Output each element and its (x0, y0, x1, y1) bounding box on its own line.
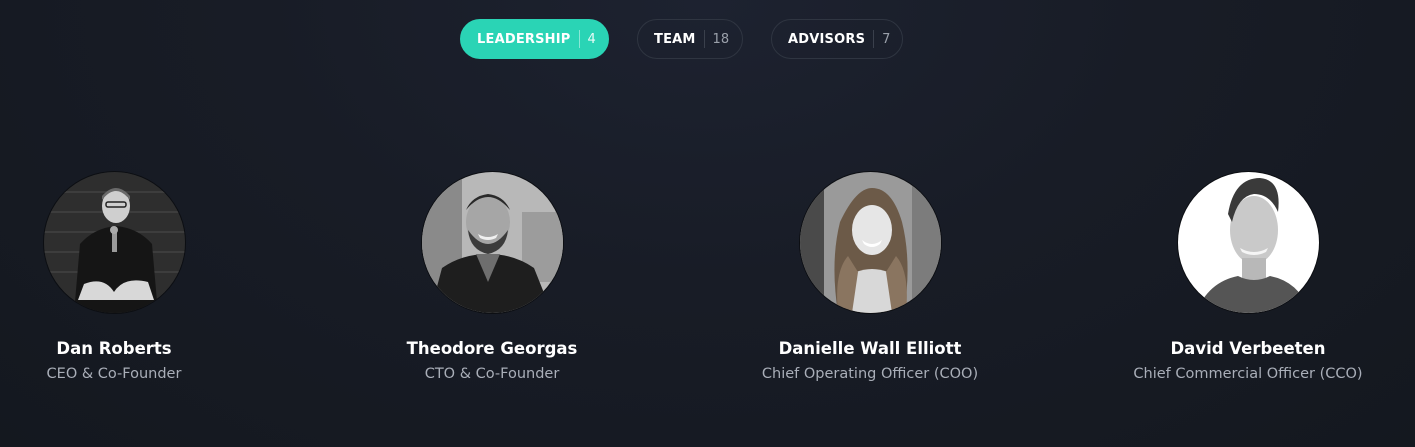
team-category-tabs: LEADERSHIP 4 TEAM 18 ADVISORS 7 (0, 19, 1415, 59)
avatar[interactable] (42, 171, 186, 314)
tab-divider (873, 30, 875, 48)
member-role: Chief Operating Officer (COO) (761, 366, 979, 382)
member-photo (43, 172, 185, 313)
member-name: Theodore Georgas (406, 339, 578, 358)
member-name: Danielle Wall Elliott (778, 339, 962, 358)
member-photo (799, 172, 941, 313)
avatar[interactable] (798, 171, 942, 314)
member-role: CEO & Co-Founder (46, 366, 182, 382)
member-photo (1177, 172, 1319, 313)
tab-count-badge: 18 (712, 31, 730, 47)
member-role: Chief Commercial Officer (CCO) (1133, 366, 1363, 382)
tab-label: LEADERSHIP (477, 31, 571, 47)
member-name: Dan Roberts (56, 339, 172, 358)
tab-advisors[interactable]: ADVISORS 7 (771, 19, 903, 59)
tab-divider (703, 30, 705, 48)
team-member-card[interactable]: David Verbeeten Chief Commercial Officer… (1098, 171, 1398, 384)
tab-count-badge: 4 (587, 31, 596, 47)
avatar[interactable] (1176, 171, 1320, 314)
tab-count-badge: 7 (882, 31, 891, 47)
member-photo (421, 172, 563, 313)
member-name: David Verbeeten (1170, 339, 1326, 358)
team-member-card[interactable]: Dan Roberts CEO & Co-Founder (0, 171, 264, 384)
team-member-card[interactable]: Theodore Georgas CTO & Co-Founder (342, 171, 642, 384)
tab-label: ADVISORS (788, 31, 866, 47)
member-role: CTO & Co-Founder (424, 366, 560, 382)
tab-label: TEAM (654, 31, 696, 47)
team-member-card[interactable]: Danielle Wall Elliott Chief Operating Of… (720, 171, 1020, 384)
tab-divider (578, 30, 580, 48)
avatar[interactable] (420, 171, 564, 314)
tab-team[interactable]: TEAM 18 (637, 19, 743, 59)
tab-leadership[interactable]: LEADERSHIP 4 (460, 19, 609, 59)
